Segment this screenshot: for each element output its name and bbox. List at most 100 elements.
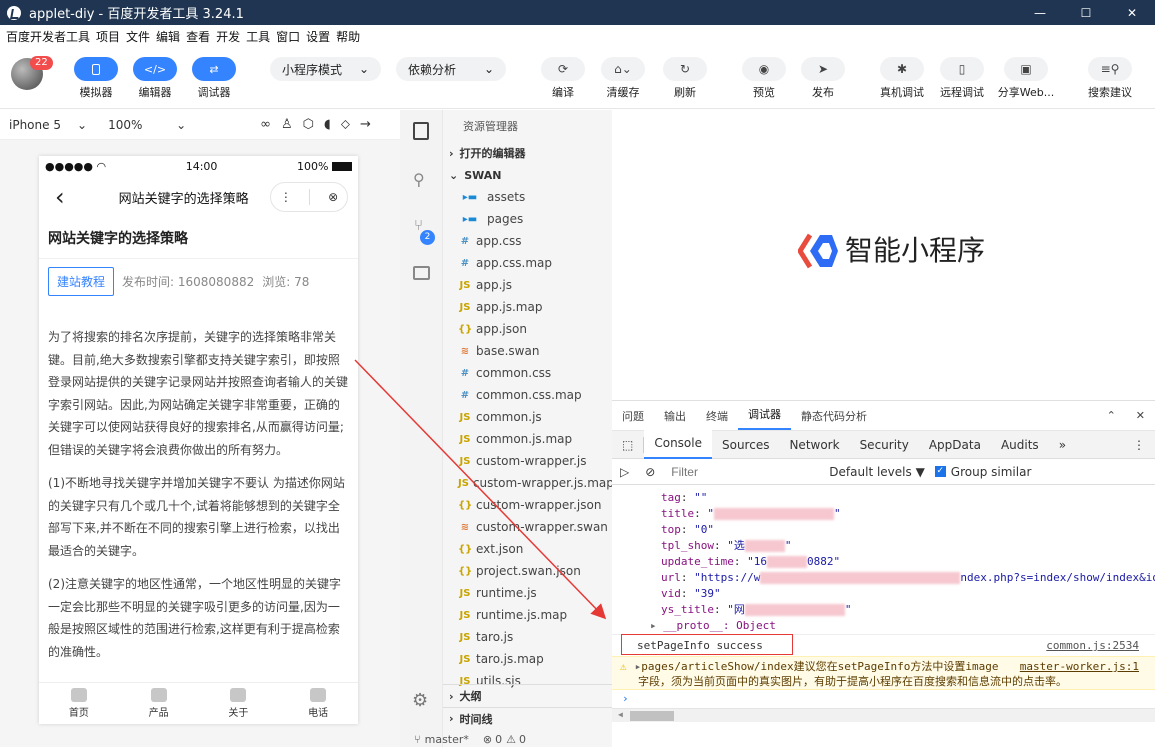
kebab-menu-icon[interactable]: ⋮ <box>1123 438 1155 452</box>
preview-button[interactable]: ◉ 预览 <box>742 57 794 100</box>
zoom-select[interactable]: 100% <box>108 118 168 132</box>
remote-debug-button[interactable]: ▯ 远程调试 <box>940 57 992 100</box>
file-item[interactable]: # common.css.map <box>443 384 612 406</box>
gear-icon[interactable]: ⚙ <box>412 690 428 711</box>
menu-file[interactable]: 文件 <box>120 28 150 45</box>
analysis-select[interactable]: 依赖分析 ⌄ <box>396 57 506 81</box>
file-item[interactable]: ▸▬ assets <box>443 186 612 208</box>
clear-console-icon[interactable]: ⊘ <box>645 465 655 479</box>
file-item[interactable]: ▸▬ pages <box>443 208 612 230</box>
monitor-icon[interactable] <box>413 266 430 280</box>
chevron-down-icon[interactable]: ⌄ <box>77 118 87 132</box>
tab-phone[interactable]: 电话 <box>278 683 358 724</box>
user-icon[interactable]: ♙ <box>281 117 293 132</box>
file-item[interactable]: JS taro.js <box>443 626 612 648</box>
file-item[interactable]: {} project.swan.json <box>443 560 612 582</box>
group-similar-checkbox[interactable]: ✓ <box>934 466 946 477</box>
compile-button[interactable]: ⟳ 编译 <box>541 57 593 100</box>
close-circle-icon[interactable]: ⊗ <box>328 190 338 204</box>
project-section[interactable]: ⌄ SWAN <box>443 164 612 186</box>
error-count[interactable]: 0 <box>495 733 502 746</box>
category-tag[interactable]: 建站教程 <box>48 267 115 296</box>
console-filter-input[interactable] <box>671 462 822 481</box>
file-item[interactable]: JS runtime.js.map <box>443 604 612 626</box>
link-icon[interactable]: ∞ <box>260 117 271 132</box>
file-item[interactable]: {} ext.json <box>443 538 612 560</box>
success-source-link[interactable]: common.js:2534 <box>1046 635 1139 656</box>
expand-icon[interactable]: ⬦ <box>341 117 350 132</box>
tab-static-analysis[interactable]: 静态代码分析 <box>791 408 877 424</box>
tab-terminal[interactable]: 终端 <box>696 408 738 424</box>
more-icon[interactable]: ⋮ <box>280 190 292 204</box>
tab-console[interactable]: Console <box>644 430 712 459</box>
tab-products[interactable]: 产品 <box>119 683 199 724</box>
chevron-down-icon[interactable]: ⌄ <box>176 118 186 132</box>
file-item[interactable]: {} app.json <box>443 318 612 340</box>
tab-home[interactable]: 首页 <box>39 683 119 724</box>
menu-help[interactable]: 帮助 <box>330 28 360 45</box>
close-window-button[interactable]: ✕ <box>1109 0 1155 25</box>
git-branch[interactable]: master* <box>425 733 469 746</box>
file-item[interactable]: ≋ base.swan <box>443 340 612 362</box>
menu-baidu-devtools[interactable]: 百度开发者工具 <box>0 28 90 45</box>
file-item[interactable]: JS app.js <box>443 274 612 296</box>
file-item[interactable]: JS common.js.map <box>443 428 612 450</box>
files-icon[interactable] <box>413 122 429 140</box>
menu-settings[interactable]: 设置 <box>300 28 330 45</box>
scroll-left-icon[interactable]: ◀ <box>618 710 623 719</box>
menu-develop[interactable]: 开发 <box>210 28 240 45</box>
file-item[interactable]: JS custom-wrapper.js.map <box>443 472 612 494</box>
sidebar-toggle-icon[interactable]: ▷ <box>620 465 629 479</box>
file-item[interactable]: JS app.js.map <box>443 296 612 318</box>
publish-button[interactable]: ➤ 发布 <box>801 57 853 100</box>
sound-icon[interactable]: ◖ <box>324 117 331 132</box>
file-item[interactable]: # app.css <box>443 230 612 252</box>
search-icon[interactable]: ⚲ <box>413 170 425 189</box>
search-suggest-button[interactable]: ≡⚲ 搜索建议 <box>1088 57 1140 100</box>
file-item[interactable]: JS custom-wrapper.js <box>443 450 612 472</box>
menu-edit[interactable]: 编辑 <box>150 28 180 45</box>
debugger-toggle[interactable]: ⇄ 调试器 <box>192 57 244 100</box>
file-item[interactable]: JS common.js <box>443 406 612 428</box>
file-item[interactable]: JS taro.js.map <box>443 648 612 670</box>
more-tabs-icon[interactable]: » <box>1049 438 1076 452</box>
menu-view[interactable]: 查看 <box>180 28 210 45</box>
log-levels-select[interactable]: Default levels ▼ <box>829 465 925 479</box>
scrollbar-thumb[interactable] <box>630 711 674 721</box>
file-item[interactable]: JS runtime.js <box>443 582 612 604</box>
horizontal-scrollbar[interactable]: ◀ <box>612 708 1155 722</box>
refresh-button[interactable]: ↻ 刷新 <box>663 57 715 100</box>
device-model-select[interactable]: iPhone 5 <box>9 118 69 132</box>
share-web-button[interactable]: ▣ 分享Web... <box>998 57 1056 100</box>
clear-cache-button[interactable]: ⌂⌄ 清缓存 <box>601 57 653 100</box>
tab-security[interactable]: Security <box>850 438 919 452</box>
tab-audits[interactable]: Audits <box>991 438 1049 452</box>
tab-about[interactable]: 关于 <box>199 683 279 724</box>
tab-appdata[interactable]: AppData <box>919 438 991 452</box>
tab-debugger[interactable]: 调试器 <box>738 402 791 430</box>
close-panel-icon[interactable]: ✕ <box>1126 409 1155 422</box>
menu-tools[interactable]: 工具 <box>240 28 270 45</box>
maximize-button[interactable]: ☐ <box>1063 0 1109 25</box>
menu-window[interactable]: 窗口 <box>270 28 300 45</box>
open-editors-section[interactable]: › 打开的编辑器 <box>443 142 612 164</box>
tab-output[interactable]: 输出 <box>654 408 696 424</box>
editor-toggle[interactable]: </> 编辑器 <box>133 57 185 100</box>
mode-select[interactable]: 小程序模式 ⌄ <box>270 57 381 81</box>
timeline-section[interactable]: › 时间线 <box>443 707 612 729</box>
menu-project[interactable]: 项目 <box>90 28 120 45</box>
warning-source-link[interactable]: master-worker.js:1 <box>1020 659 1139 674</box>
proto-line[interactable]: ▸ __proto__: Object <box>612 618 1155 634</box>
warning-count[interactable]: 0 <box>519 733 526 746</box>
file-item[interactable]: {} custom-wrapper.json <box>443 494 612 516</box>
tab-sources[interactable]: Sources <box>712 438 779 452</box>
inspect-icon[interactable]: ⬚ <box>612 438 643 452</box>
simulator-toggle[interactable]: 模拟器 <box>74 57 126 100</box>
cube-icon[interactable]: ⬡ <box>303 117 314 132</box>
device-debug-button[interactable]: ✱ 真机调试 <box>880 57 932 100</box>
back-icon[interactable]: ‹ <box>55 185 65 209</box>
file-item[interactable]: ≋ custom-wrapper.swan <box>443 516 612 538</box>
minimize-button[interactable]: — <box>1017 0 1063 25</box>
chevron-up-icon[interactable]: ⌃ <box>1097 409 1126 422</box>
outline-section[interactable]: › 大纲 <box>443 685 612 707</box>
